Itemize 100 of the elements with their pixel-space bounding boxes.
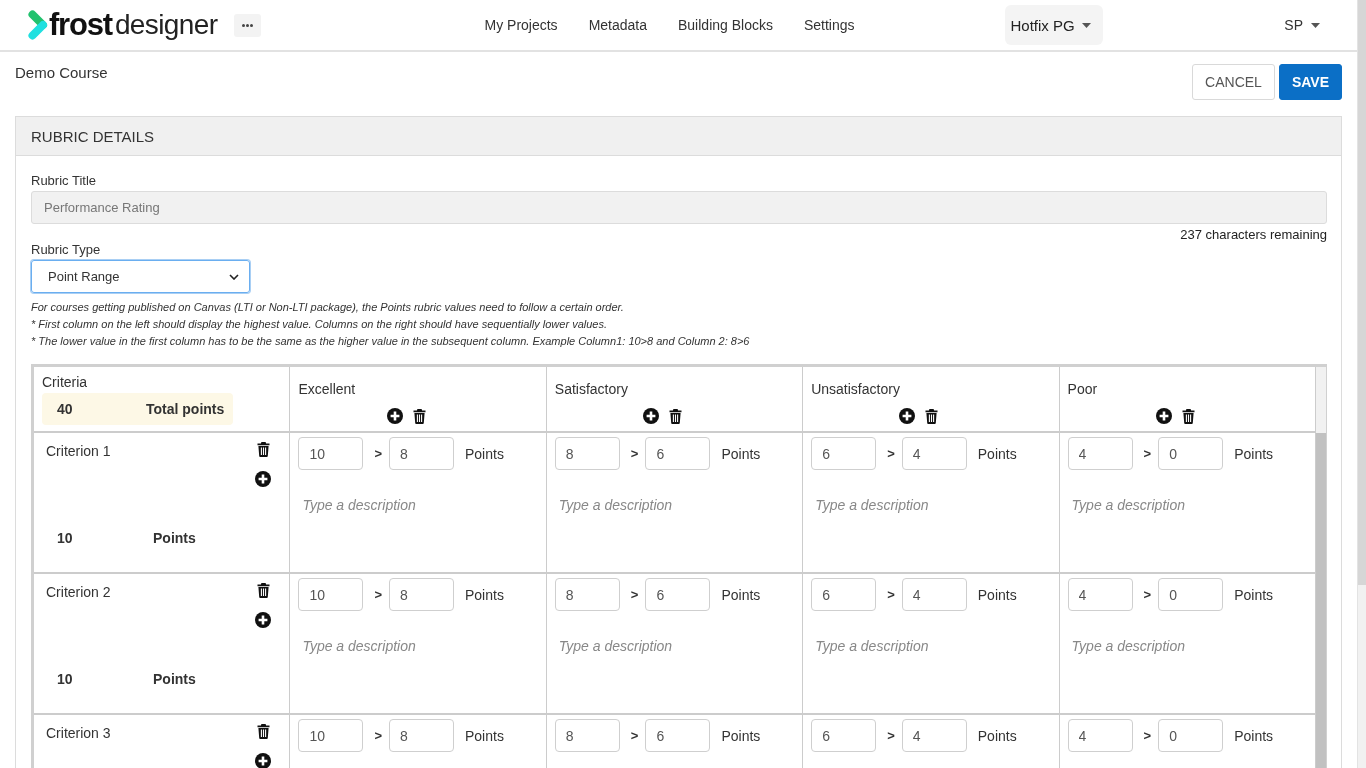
criterion-points-value: 10 (57, 671, 74, 687)
column-header: Unsatisfactory (811, 381, 900, 397)
points-unit-label: Points (721, 727, 761, 744)
trash-icon[interactable] (256, 583, 270, 598)
description-field[interactable]: Type a description (298, 484, 538, 564)
course-title: Demo Course (15, 63, 109, 83)
criterion-name: Criterion 1 (46, 443, 111, 459)
lower-points-field[interactable]: 8 (389, 578, 454, 611)
criterion-points-label: Points (153, 530, 196, 546)
greater-than-sign: > (374, 727, 382, 744)
lower-points-field[interactable]: 6 (645, 719, 711, 752)
character-counter: 237 characters remaining (1180, 226, 1327, 244)
rubric-type-select[interactable]: Point Range (31, 260, 250, 293)
upper-points-field[interactable]: 8 (554, 437, 620, 470)
save-button[interactable]: SAVE (1278, 64, 1342, 100)
lower-points-field[interactable]: 0 (1158, 719, 1224, 752)
upper-points-field[interactable]: 6 (811, 437, 877, 470)
description-field[interactable]: Type a description (298, 625, 538, 705)
trash-icon[interactable] (256, 724, 270, 739)
criteria-header: Criteria (42, 374, 88, 390)
plus-circle-icon[interactable] (1155, 408, 1172, 424)
greater-than-sign: > (374, 586, 382, 603)
upper-points-field[interactable]: 6 (811, 719, 877, 752)
lower-points-field[interactable]: 6 (645, 578, 711, 611)
plus-circle-icon[interactable] (643, 408, 659, 424)
trash-icon[interactable] (412, 408, 426, 424)
greater-than-sign: > (887, 586, 895, 603)
points-unit-label: Points (721, 586, 761, 603)
caret-icon (1081, 22, 1091, 28)
upper-points-field[interactable]: 8 (554, 719, 620, 752)
criterion-points-label: Points (153, 671, 196, 687)
greater-than-sign: > (374, 445, 382, 462)
lower-points-field[interactable]: 4 (901, 578, 967, 611)
logo-brand-word: frost (49, 7, 112, 43)
upper-points-field[interactable]: 8 (554, 578, 620, 611)
lower-points-field[interactable]: 8 (389, 719, 454, 752)
description-field[interactable]: Type a description (811, 625, 1051, 705)
nav-link[interactable]: Settings (803, 17, 855, 33)
greater-than-sign: > (887, 445, 895, 462)
lower-points-field[interactable]: 0 (1158, 578, 1224, 611)
chevron-down-icon (229, 273, 239, 280)
column-header: Excellent (298, 381, 356, 397)
more-button[interactable] (233, 13, 261, 37)
workspace-dropdown[interactable]: Hotfix PG (1004, 5, 1103, 45)
panel-header: RUBRIC DETAILS (16, 117, 1341, 156)
trash-icon[interactable] (256, 442, 270, 457)
table-scrollbar[interactable] (1316, 367, 1326, 768)
points-unit-label: Points (977, 727, 1017, 744)
page-scrollbar[interactable] (1357, 0, 1366, 768)
caret-icon (1311, 22, 1320, 28)
field-label: Rubric Title (31, 172, 97, 190)
nav-link[interactable]: Building Blocks (678, 17, 773, 33)
lower-points-field[interactable]: 4 (901, 437, 967, 470)
cancel-button[interactable]: CANCEL (1192, 64, 1275, 100)
description-field[interactable]: Type a description (1067, 625, 1307, 705)
column-header: Poor (1067, 381, 1098, 397)
plus-circle-icon[interactable] (386, 408, 403, 424)
column-header: Satisfactory (554, 381, 628, 397)
points-unit-label: Points (977, 586, 1017, 603)
plus-circle-icon[interactable] (255, 753, 272, 768)
description-field[interactable]: Type a description (554, 625, 795, 705)
points-unit-label: Points (1234, 586, 1274, 603)
points-unit-label: Points (465, 586, 504, 603)
greater-than-sign: > (630, 586, 639, 603)
upper-points-field[interactable]: 4 (1067, 437, 1133, 470)
trash-icon[interactable] (669, 408, 682, 424)
trash-icon[interactable] (1181, 408, 1195, 424)
plus-circle-icon[interactable] (899, 408, 916, 424)
points-unit-label: Points (1234, 445, 1274, 462)
description-field[interactable]: Type a description (554, 484, 795, 564)
points-unit-label: Points (465, 727, 504, 744)
lower-points-field[interactable]: 4 (901, 719, 967, 752)
lower-points-field[interactable]: 0 (1158, 437, 1224, 470)
total-points-label: Total points (146, 401, 225, 417)
logo-product-word: designer (114, 8, 218, 42)
points-unit-label: Points (977, 445, 1017, 462)
upper-points-field[interactable]: 10 (298, 437, 364, 470)
nav-link[interactable]: My Projects (484, 17, 558, 33)
lower-points-field[interactable]: 6 (645, 437, 711, 470)
plus-circle-icon[interactable] (255, 612, 272, 628)
points-unit-label: Points (721, 445, 761, 462)
upper-points-field[interactable]: 6 (811, 578, 877, 611)
greater-than-sign: > (887, 727, 895, 744)
ellipsis-icon (241, 23, 253, 27)
upper-points-field[interactable]: 10 (298, 578, 364, 611)
criterion-name: Criterion 3 (46, 725, 111, 741)
description-field[interactable]: Type a description (1067, 484, 1307, 564)
criterion-points-value: 10 (57, 530, 74, 546)
plus-circle-icon[interactable] (255, 471, 272, 487)
lower-points-field[interactable]: 8 (389, 437, 454, 470)
trash-icon[interactable] (925, 408, 939, 424)
user-menu[interactable]: SP (1284, 17, 1320, 33)
criterion-name: Criterion 2 (46, 584, 111, 600)
upper-points-field[interactable]: 10 (298, 719, 364, 752)
description-field[interactable]: Type a description (811, 484, 1051, 564)
upper-points-field[interactable]: 4 (1067, 578, 1133, 611)
upper-points-field[interactable]: 4 (1067, 719, 1133, 752)
nav-link[interactable]: Metadata (588, 17, 647, 33)
points-unit-label: Points (1234, 727, 1274, 744)
field-label: Rubric Type (31, 242, 101, 258)
